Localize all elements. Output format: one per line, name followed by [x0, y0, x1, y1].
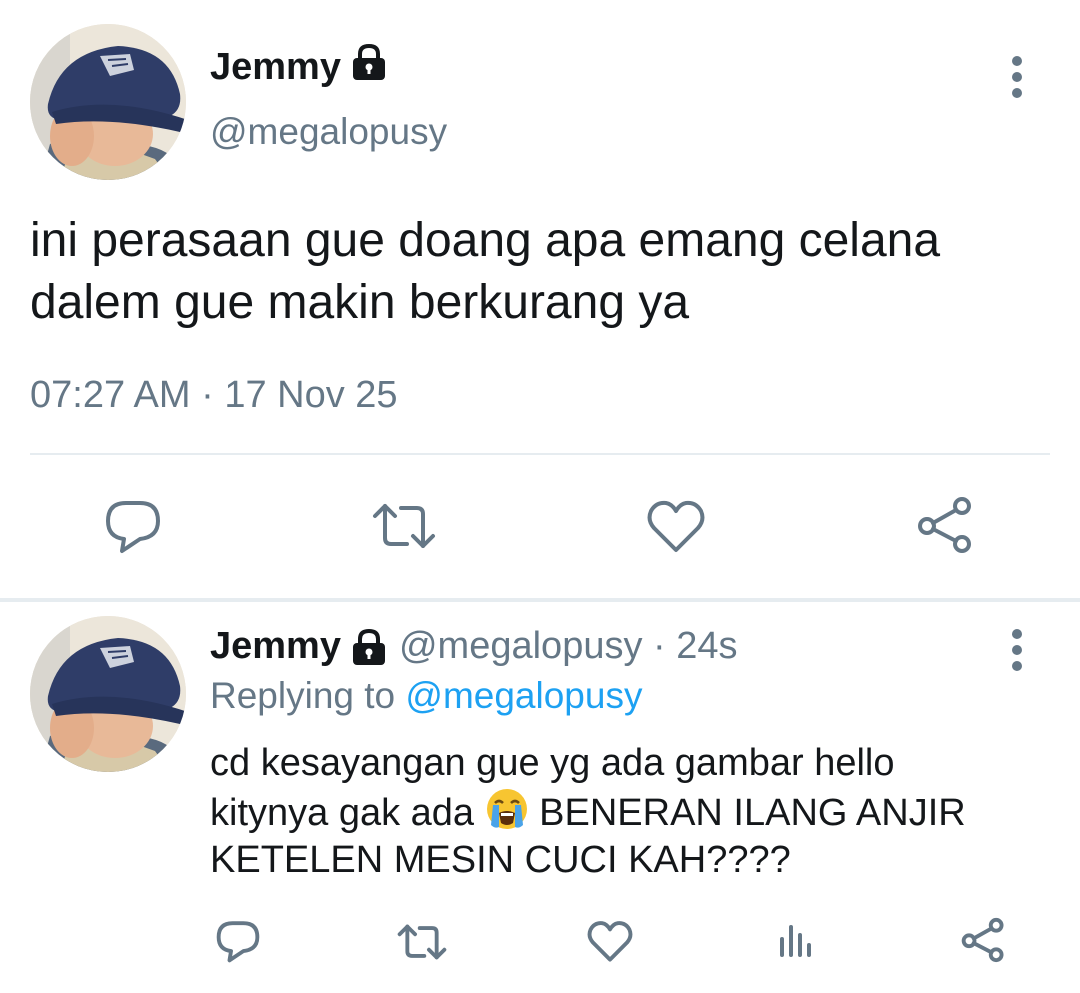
- reply-text-line: kitynya gak ada BENERAN ILANG ANJIR: [210, 787, 1050, 837]
- replying-to-handle[interactable]: @megalopusy: [405, 675, 642, 716]
- reply-header: Jemmy @megalopusy · 24s: [210, 625, 738, 668]
- more-vertical-icon[interactable]: [1000, 628, 1034, 672]
- replying-to: Replying to @megalopusy: [210, 675, 642, 717]
- tweet-text-line: ini perasaan gue doang apa emang celana: [30, 214, 941, 267]
- share-icon[interactable]: [912, 494, 978, 556]
- more-vertical-icon[interactable]: [1000, 55, 1034, 99]
- reply-text-segment: kitynya gak ada: [210, 792, 485, 834]
- tweet-timestamp[interactable]: 07:27 AM · 17 Nov 25: [30, 374, 398, 417]
- reply-author-avatar[interactable]: [30, 616, 186, 772]
- lock-icon: [349, 627, 389, 667]
- reply-text-line: cd kesayangan gue yg ada gambar hello: [210, 742, 895, 784]
- tweet-text-line: dalem gue makin berkurang ya: [30, 276, 690, 329]
- replying-to-label: Replying to: [210, 675, 406, 716]
- reply-handle-and-time[interactable]: @megalopusy · 24s: [399, 625, 738, 668]
- like-icon[interactable]: [643, 496, 709, 556]
- tweet-separator: [0, 598, 1080, 602]
- tweet-text: ini perasaan gue doang apa emang celana …: [30, 210, 1060, 334]
- reply-text-segment: BENERAN ILANG ANJIR: [528, 792, 966, 834]
- reply-text-line: KETELEN MESIN CUCI KAH????: [210, 839, 791, 881]
- retweet-icon[interactable]: [368, 496, 440, 556]
- stats-icon[interactable]: [774, 916, 818, 966]
- avatar-photo: [30, 24, 186, 180]
- like-icon[interactable]: [585, 916, 635, 966]
- author-name-row[interactable]: Jemmy: [210, 42, 389, 92]
- reply-author-name[interactable]: Jemmy: [210, 625, 341, 668]
- author-name[interactable]: Jemmy: [210, 46, 341, 89]
- share-icon[interactable]: [958, 914, 1008, 966]
- reply-text: cd kesayangan gue yg ada gambar hello ki…: [210, 740, 1050, 884]
- reply-icon[interactable]: [213, 916, 263, 966]
- avatar-photo: [30, 616, 186, 772]
- retweet-icon[interactable]: [394, 918, 450, 966]
- reply-icon[interactable]: [100, 496, 166, 556]
- loudly-crying-face-icon: [485, 787, 529, 831]
- author-avatar[interactable]: [30, 24, 186, 180]
- lock-icon: [349, 42, 389, 92]
- author-handle[interactable]: @megalopusy: [210, 111, 447, 153]
- divider: [30, 453, 1050, 455]
